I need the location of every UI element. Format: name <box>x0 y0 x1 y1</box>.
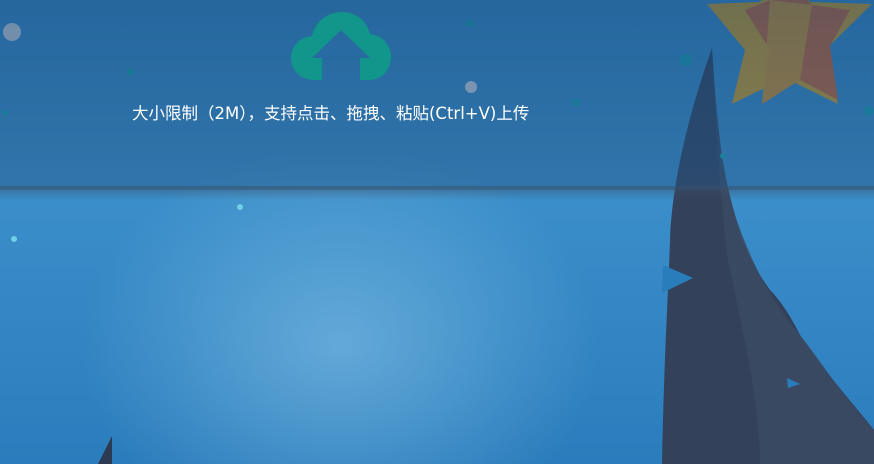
upload-dropzone[interactable]: 大小限制（2M），支持点击、拖拽、粘贴(Ctrl+V)上传 <box>0 0 874 190</box>
cloud-upload-icon <box>291 12 391 80</box>
page-background: 大小限制（2M），支持点击、拖拽、粘贴(Ctrl+V)上传 <box>0 0 874 464</box>
upload-hint-text: 大小限制（2M），支持点击、拖拽、粘贴(Ctrl+V)上传 <box>132 104 530 123</box>
